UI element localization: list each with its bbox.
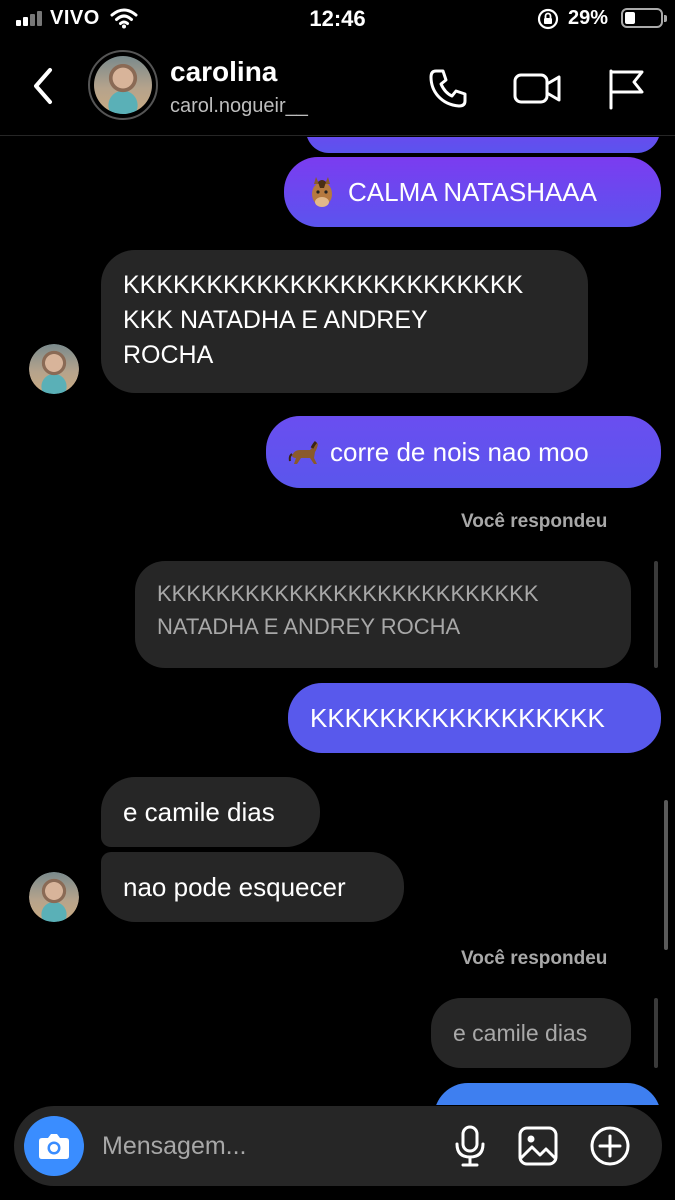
camera-button[interactable] (24, 1116, 84, 1176)
quoted-line: KKKKKKKKKKKKKKKKKKKKKKKKKK (157, 581, 539, 606)
camera-icon (39, 1134, 69, 1159)
quoted-line: NATADHA E ANDREY ROCHA (157, 614, 461, 639)
message-thread[interactable]: CALMA NATASHAAA KKKKKKKKKKKKKKKKKKKKKKKK… (0, 137, 675, 1105)
reply-indicator-bar (654, 561, 658, 668)
phone-icon[interactable] (426, 66, 470, 110)
sender-avatar[interactable] (29, 872, 79, 922)
reply-label: Você respondeu (461, 948, 608, 969)
message-bubble-incoming[interactable]: KKKKKKKKKKKKKKKKKKKKKKKK KKK NATADHA E A… (101, 250, 588, 393)
message-line: ROCHA (123, 341, 214, 369)
battery-icon (621, 8, 667, 28)
message-text: CALMA NATASHAAA (348, 177, 597, 207)
message-line: KKKKKKKKKKKKKKKKKKKKKKKK (123, 271, 524, 299)
add-circle-icon[interactable] (588, 1124, 632, 1168)
message-bubble-outgoing[interactable]: KKKKKKKKKKKKKKKKK (288, 683, 661, 753)
message-bubble-outgoing[interactable]: corre de nois nao moo (266, 416, 661, 488)
reply-label: Você respondeu (461, 511, 608, 532)
microphone-icon[interactable] (448, 1124, 492, 1168)
message-text: corre de nois nao moo (330, 437, 589, 467)
message-bubble-incoming[interactable]: e camile dias (101, 777, 320, 847)
message-composer (14, 1106, 662, 1186)
message-bubble-outgoing[interactable]: CALMA NATASHAAA (284, 157, 661, 227)
message-text: nao pode esquecer (123, 872, 346, 902)
contact-avatar[interactable] (88, 50, 158, 120)
status-bar: VIVO 12:46 29% (0, 0, 675, 40)
message-text: KKKKKKKKKKKKKKKKK (310, 703, 605, 733)
back-chevron-icon[interactable] (26, 64, 62, 108)
message-input[interactable] (102, 1124, 432, 1168)
sender-avatar[interactable] (29, 344, 79, 394)
quoted-message[interactable]: KKKKKKKKKKKKKKKKKKKKKKKKKK NATADHA E AND… (135, 561, 631, 668)
flag-icon[interactable] (604, 66, 648, 110)
contact-name[interactable]: carolina (170, 56, 277, 88)
quoted-text: e camile dias (453, 1019, 588, 1046)
battery-percentage: 29% (568, 7, 609, 29)
message-text: e camile dias (123, 797, 275, 827)
message-bubble-outgoing-partial[interactable] (434, 1083, 661, 1105)
message-line: KKK NATADHA E ANDREY (123, 306, 428, 334)
horse-emoji (288, 440, 318, 464)
rotation-lock-icon (537, 8, 559, 30)
scroll-indicator (664, 800, 668, 950)
quoted-message[interactable]: e camile dias (431, 998, 631, 1068)
message-bubble-incoming[interactable]: nao pode esquecer (101, 852, 404, 922)
video-camera-icon[interactable] (512, 66, 562, 110)
reply-indicator-bar (654, 998, 658, 1068)
conversation-header: carolina carol.nogueir__ (0, 40, 675, 136)
image-gallery-icon[interactable] (516, 1124, 560, 1168)
horse-face-emoji (312, 177, 332, 207)
contact-username[interactable]: carol.nogueir__ (170, 95, 308, 118)
message-bubble-outgoing-partial[interactable] (306, 137, 660, 153)
